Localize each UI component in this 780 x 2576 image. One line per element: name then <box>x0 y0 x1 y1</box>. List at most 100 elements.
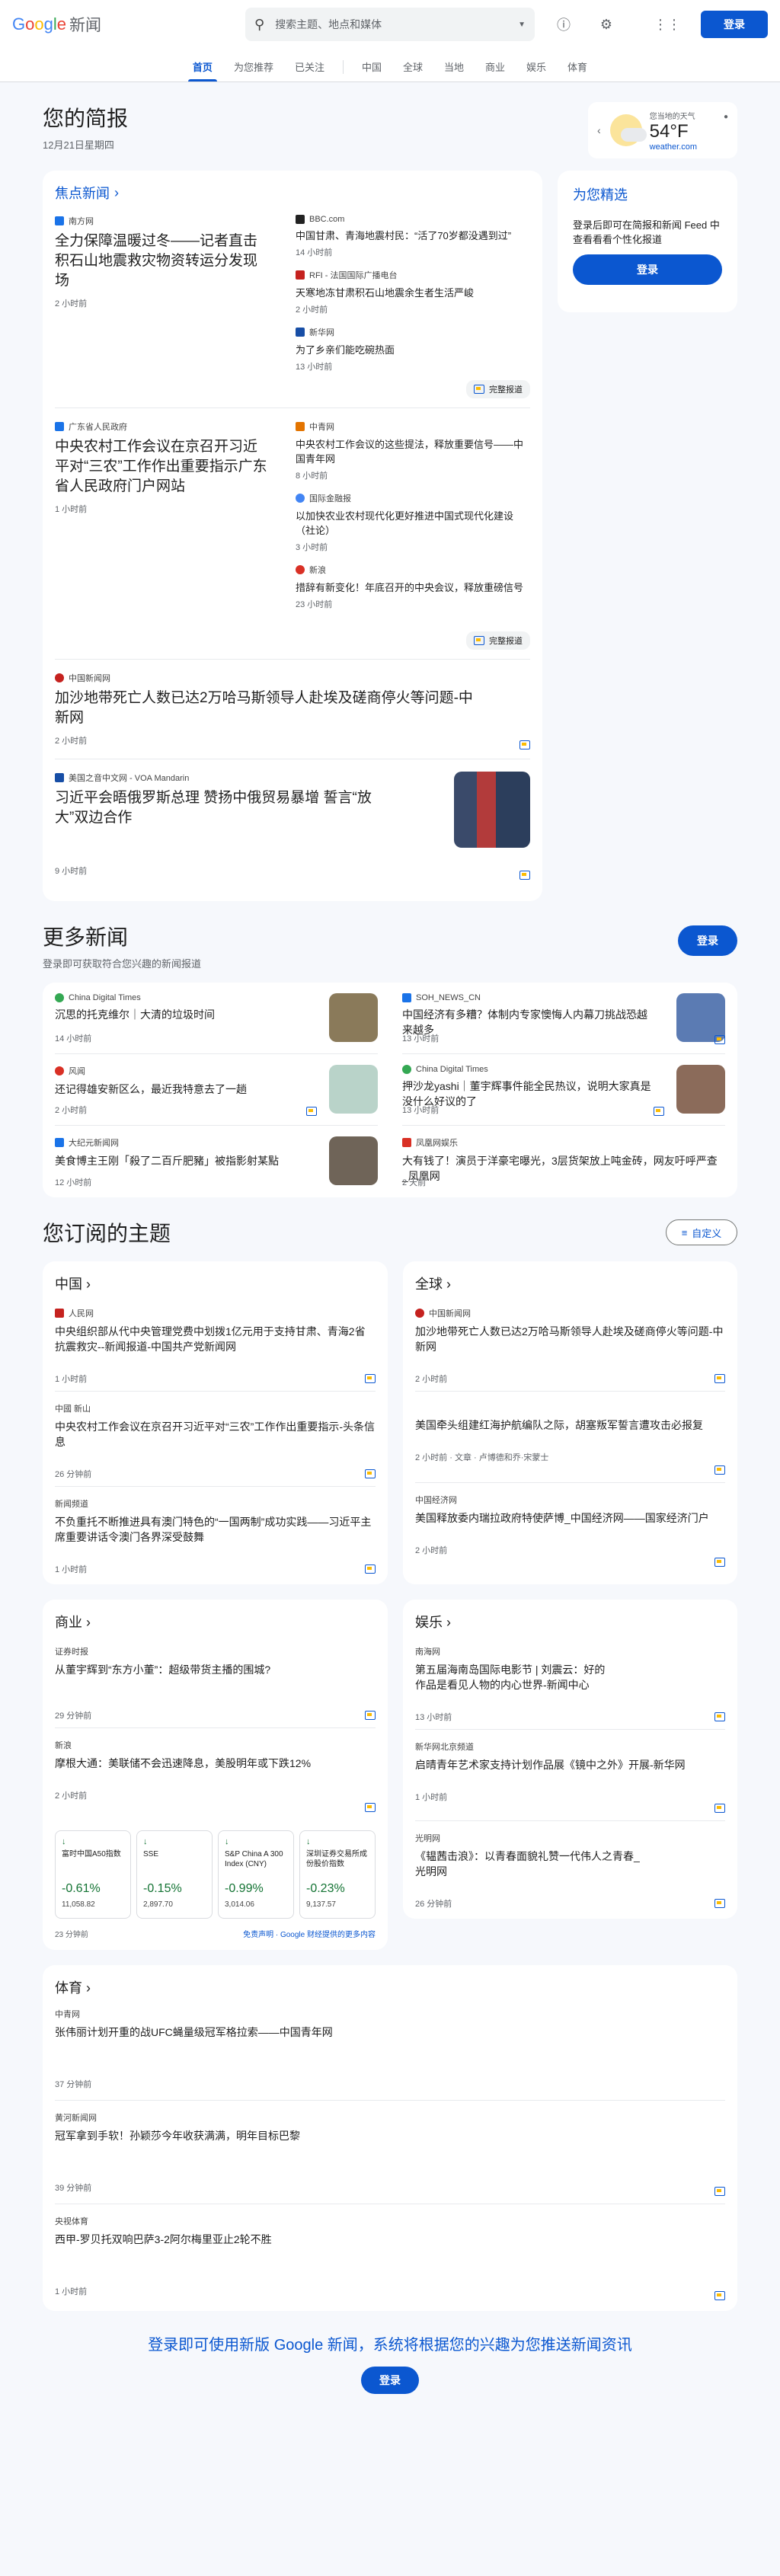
full-coverage-icon[interactable] <box>365 1564 376 1574</box>
topic-title[interactable]: 中国 › <box>55 1274 376 1293</box>
headline-link[interactable]: 中央农村工作会议在京召开习近平对“三农”工作作出重要指示广东省人民政府门户网站 <box>55 437 271 497</box>
full-coverage-icon[interactable] <box>519 740 530 749</box>
stock-tile[interactable]: ↓ S&P China A 300 Index (CNY) -0.99% 3,014.… <box>218 1830 294 1919</box>
full-coverage-icon[interactable] <box>365 1803 376 1812</box>
top-stories-title[interactable]: 焦点新闻 › <box>55 183 530 203</box>
source: 光明网 <box>415 1832 725 1844</box>
headline-link[interactable]: 全力保障温暖过冬——记者直击积石山地震救灾物资转运分发现场 <box>55 232 271 291</box>
headline-link[interactable]: 启晴青年艺术家支持计划作品展《镜中之外》开展-新华网 <box>415 1757 725 1772</box>
topic-title[interactable]: 全球 › <box>415 1274 725 1293</box>
full-coverage-icon[interactable] <box>519 871 530 880</box>
source: 新华网 <box>296 326 530 338</box>
headline-link[interactable]: 中国甘肃、青海地震村民：“活了70岁都没遇到过” <box>296 229 530 243</box>
headline-link[interactable]: 还记得雄安新区么，最近我特意去了一趟 <box>55 1082 291 1097</box>
weather-source[interactable]: weather.com <box>650 142 697 152</box>
tab-china[interactable]: 中国 <box>351 59 392 81</box>
full-coverage-icon[interactable] <box>365 1374 376 1383</box>
more-news-signin-button[interactable]: 登录 <box>678 925 737 956</box>
story-thumbnail[interactable] <box>329 1136 378 1185</box>
full-coverage-icon[interactable] <box>714 1899 725 1908</box>
full-coverage-icon[interactable] <box>654 1107 664 1116</box>
footer-cta-text: 登录即可使用新版 Google 新闻，系统将根据您的兴趣为您推送新闻资讯 <box>148 2337 632 2354</box>
headline-link[interactable]: 美食博主王刚「殺了二百斤肥豬」被指影射某點 <box>55 1153 291 1168</box>
weather-widget[interactable]: ‹ 您当地的天气 54°F weather.com ● <box>588 102 737 158</box>
full-coverage-icon[interactable] <box>365 1469 376 1478</box>
story-thumbnail[interactable] <box>454 772 530 848</box>
gear-icon[interactable]: ⚙ <box>591 9 622 40</box>
tab-for-you[interactable]: 为您推荐 <box>223 59 284 81</box>
headline-link[interactable]: 沉思的托克维尔｜大清的垃圾时间 <box>55 1007 291 1022</box>
story-thumbnail[interactable] <box>676 1065 725 1114</box>
full-coverage-icon[interactable] <box>714 2187 725 2196</box>
headline-link[interactable]: 中央组织部从代中央管理党费中划拨1亿元用于支持甘肃、青海2省抗震救灾--新闻报道… <box>55 1324 376 1354</box>
customize-button[interactable]: ≡ 自定义 <box>666 1219 737 1245</box>
help-icon[interactable]: ⓘ <box>548 9 579 40</box>
list-item: 中国新闻网 加沙地带死亡人数已达2万哈马斯领导人赴埃及磋商停火等问题-中新网 2 小… <box>415 1296 725 1392</box>
headline-link[interactable]: 张伟丽计划开重的战UFC蝇量级冠军格拉索——中国青年网 <box>55 2025 725 2040</box>
headline-link[interactable]: 美国牵头组建红海护航编队之际，胡塞叛军誓言遭攻击必报复 <box>415 1417 725 1433</box>
google-news-logo[interactable]: Google 新闻 <box>12 13 241 36</box>
timestamp: 1 小时前 <box>55 2287 88 2296</box>
tab-local[interactable]: 当地 <box>433 59 475 81</box>
chevron-left-icon[interactable]: ‹ <box>597 124 601 136</box>
source-name: 新华网北京频道 <box>415 1743 474 1752</box>
source-name: China Digital Times <box>416 1065 488 1074</box>
search-box[interactable]: ⚲ 搜索主题、地点和媒体 ▼ <box>245 8 535 41</box>
search-icon[interactable]: ⚲ <box>254 17 264 33</box>
headline-link[interactable]: 美国释放委内瑞拉政府特使萨博_中国经济网——国家经济门户 <box>415 1510 725 1526</box>
headline-link[interactable]: 大有钱了！演员于洋豪宅曝光，3层货架放上吨金砖，网友吁呼严查_凤凰网 <box>402 1153 722 1184</box>
full-coverage-icon[interactable] <box>714 1374 725 1383</box>
headline-link[interactable]: 摩根大通：美联储不会迅速降息，美股明年或下跌12% <box>55 1756 314 1771</box>
tab-entertainment[interactable]: 娱乐 <box>516 59 557 81</box>
topic-title[interactable]: 娱乐 › <box>415 1612 725 1632</box>
tab-business[interactable]: 商业 <box>475 59 516 81</box>
full-coverage-icon[interactable] <box>714 1465 725 1475</box>
tab-following[interactable]: 已关注 <box>284 59 335 81</box>
headline-link[interactable]: 中国经济有多糟？体制内专家懊悔人内幕刀挑战恐越来越多 <box>402 1007 654 1037</box>
headline-link[interactable]: 西甲-罗贝托双响巴萨3-2阿尔梅里亚止2轮不胜 <box>55 2232 725 2247</box>
tab-home[interactable]: 首页 <box>182 59 223 81</box>
headline-link[interactable]: 习近平会晤俄罗斯总理 赞扬中俄贸易暴增 誓言“放大”双边合作 <box>55 788 398 828</box>
headline-link[interactable]: 中央农村工作会议在京召开习近平对“三农”工作作出重要指示-头条信息 <box>55 1419 376 1449</box>
headline-link[interactable]: 不负重托不断推进具有澳门特色的“一国两制”成功实践——习近平主席重要讲话令澳门各… <box>55 1514 376 1545</box>
timestamp: 9 小时前 <box>55 867 88 876</box>
headline-link[interactable]: 冠军拿到手软！孙颖莎今年收获满满，明年目标巴黎 <box>55 2128 725 2143</box>
full-coverage-button[interactable]: 完整报道 <box>466 631 530 650</box>
full-coverage-icon[interactable] <box>365 1711 376 1720</box>
stock-tile[interactable]: ↓ 深圳证券交易所成份股价指数 -0.23% 9,137.57 <box>299 1830 376 1919</box>
story-thumbnail[interactable] <box>329 993 378 1042</box>
headline-link[interactable]: 为了乡亲们能吃碗热面 <box>296 343 530 357</box>
headline-link[interactable]: 从董宇辉到“东方小董”：超级带货主播的围城? <box>55 1662 376 1677</box>
full-coverage-icon[interactable] <box>714 1035 725 1044</box>
footer-signin-button[interactable]: 登录 <box>361 2367 419 2394</box>
more-icon[interactable]: ● <box>724 113 728 121</box>
signin-button[interactable]: 登录 <box>701 11 768 38</box>
apps-grid-icon[interactable]: ⋮⋮ <box>652 9 682 40</box>
story-thumbnail[interactable] <box>329 1065 378 1114</box>
tab-world[interactable]: 全球 <box>392 59 433 81</box>
topic-title[interactable]: 体育 › <box>55 1977 725 1997</box>
stock-value: 3,014.06 <box>225 1900 254 1909</box>
full-coverage-icon[interactable] <box>306 1107 317 1116</box>
chevron-down-icon[interactable]: ▼ <box>518 21 526 29</box>
headline-link[interactable]: 天寒地冻甘肃积石山地震余生者生活严峻 <box>296 286 530 300</box>
stock-tile[interactable]: ↓ SSE -0.15% 2,897.70 <box>136 1830 213 1919</box>
topic-title[interactable]: 商业 › <box>55 1612 376 1632</box>
headline-link[interactable]: 措辞有新变化！年底召开的中央会议，释放重磅信号 <box>296 580 530 595</box>
headline-link[interactable]: 以加快农业农村现代化更好推进中国式现代化建设（社论） <box>296 509 530 538</box>
for-you-signin-button[interactable]: 登录 <box>573 254 722 285</box>
tab-sports[interactable]: 体育 <box>557 59 598 81</box>
headline-link[interactable]: 中央农村工作会议的这些提法，释放重要信号——中国青年网 <box>296 437 530 466</box>
headline-link[interactable]: 加沙地带死亡人数已达2万哈马斯领导人赴埃及磋商停火等问题-中新网 <box>55 689 481 728</box>
headline-link[interactable]: 加沙地带死亡人数已达2万哈马斯领导人赴埃及磋商停火等问题-中新网 <box>415 1324 725 1354</box>
full-coverage-icon[interactable] <box>714 1558 725 1567</box>
full-coverage-icon[interactable] <box>714 1804 725 1813</box>
headline-link[interactable]: 押沙龙yashi｜董宇辉事件能全民热议，说明大家真是没什么好议的了 <box>402 1079 654 1109</box>
full-coverage-button[interactable]: 完整报道 <box>466 380 530 398</box>
headline-link[interactable]: 《韫茜击浪》：以青春面貌礼赞一代伟人之青春_光明网 <box>415 1849 644 1879</box>
full-coverage-icon[interactable] <box>714 2291 725 2300</box>
stock-tile[interactable]: ↓ 富时中国A50指数 -0.61% 11,058.82 <box>55 1830 131 1919</box>
full-coverage-icon[interactable] <box>714 1712 725 1721</box>
headline-link[interactable]: 第五届海南岛国际电影节 | 刘震云：好的作品是看见人物的内心世界-新闻中心 <box>415 1662 613 1692</box>
stock-disclaimer-link[interactable]: 免责声明 · Google 财经提供的更多内容 <box>243 1928 376 1939</box>
